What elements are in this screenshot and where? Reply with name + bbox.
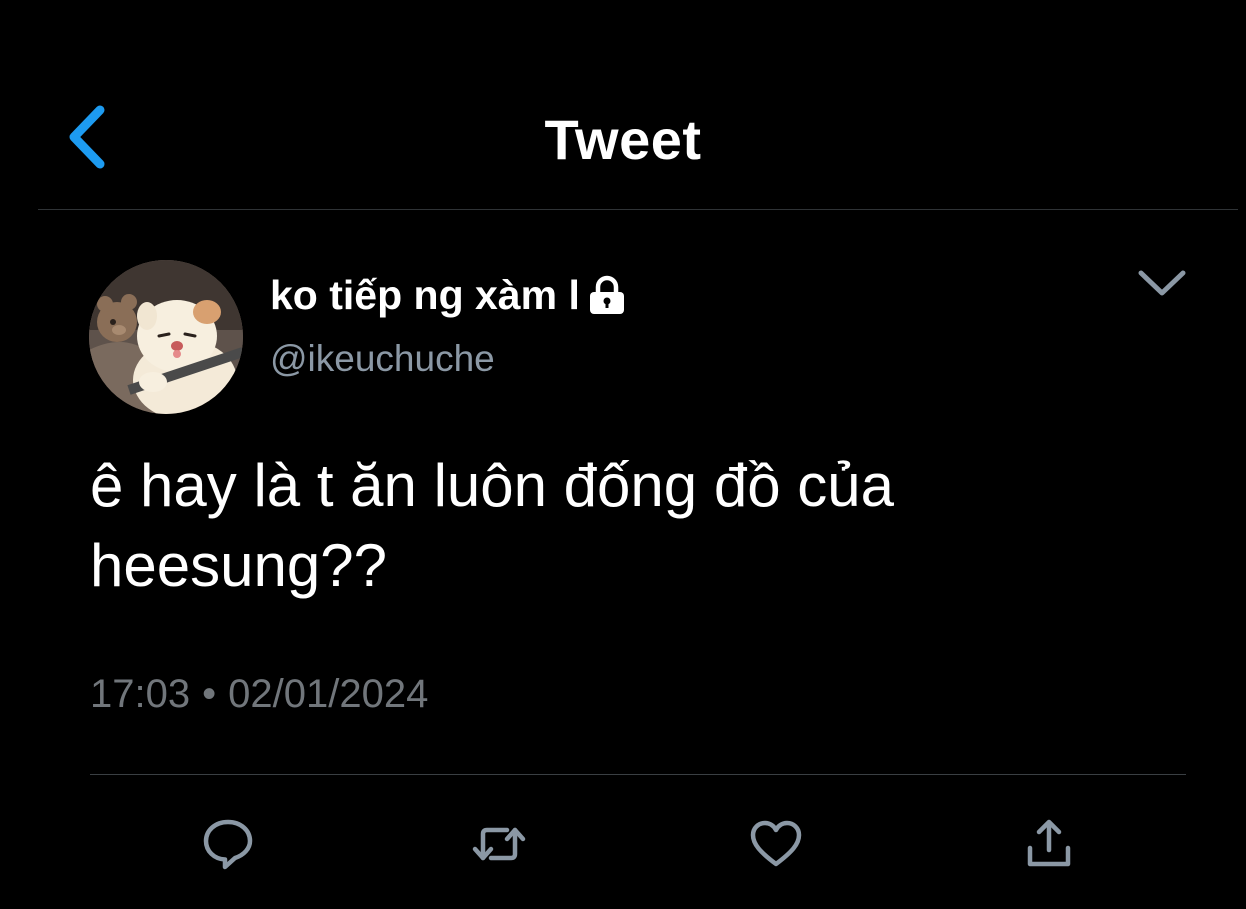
lock-icon — [586, 275, 628, 315]
retweet-icon — [471, 816, 527, 877]
reply-icon — [200, 816, 256, 877]
actions-divider — [90, 774, 1186, 775]
heart-icon — [748, 816, 804, 877]
tweet-detail-screen: Tweet ko tiếp ng xàm l @ikeuchuche ê hay… — [0, 0, 1246, 909]
share-icon — [1021, 816, 1077, 877]
tweet-date: 02/01/2024 — [228, 672, 429, 716]
tweet-timestamp: 17:03 • 02/01/2024 — [90, 668, 428, 720]
tweet-time: 17:03 — [90, 672, 191, 716]
tweet-text: ê hay là t ăn luôn đống đồ của heesung?? — [90, 452, 894, 599]
timestamp-separator: • — [202, 672, 217, 716]
author-name-row[interactable]: ko tiếp ng xàm l — [270, 270, 628, 320]
share-button[interactable] — [1017, 814, 1081, 878]
avatar[interactable] — [89, 260, 243, 414]
header-divider — [38, 209, 1238, 210]
reply-button[interactable] — [196, 814, 260, 878]
avatar-illustration — [89, 260, 243, 414]
chevron-down-icon — [1137, 268, 1187, 303]
header-bar: Tweet — [0, 0, 1246, 210]
retweet-button[interactable] — [467, 814, 531, 878]
like-button[interactable] — [744, 814, 808, 878]
more-options-button[interactable] — [1134, 262, 1190, 308]
page-title: Tweet — [544, 108, 702, 171]
author-handle[interactable]: @ikeuchuche — [270, 336, 495, 382]
author-display-name: ko tiếp ng xàm l — [270, 272, 580, 318]
